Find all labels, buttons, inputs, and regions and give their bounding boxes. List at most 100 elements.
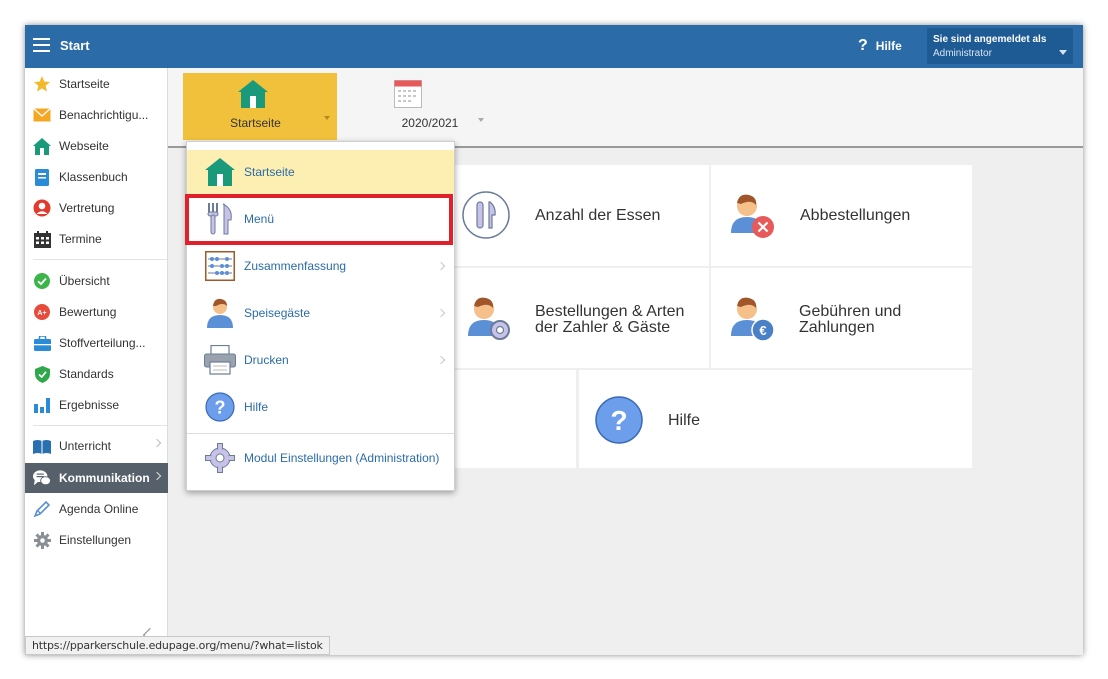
svg-text:A+: A+ xyxy=(37,310,46,317)
tile-bestellungen-arten[interactable]: Bestellungen & Arten der Zahler & Gäste xyxy=(448,268,709,368)
sidebar-item-stoffverteilung[interactable]: Stoffverteilung... xyxy=(25,329,168,357)
calendar-icon xyxy=(33,230,51,248)
sidebar-item-klassenbuch[interactable]: Klassenbuch xyxy=(25,163,168,191)
cutlery-icon xyxy=(462,191,510,244)
svg-text:?: ? xyxy=(215,398,226,418)
printer-icon xyxy=(204,344,236,376)
tile-gebuehren-und-zahlungen[interactable]: € Gebühren und Zahlungen xyxy=(711,268,972,368)
sidebar-item-unterricht[interactable]: Unterricht xyxy=(25,432,168,460)
sidebar-item-label: Standards xyxy=(59,367,114,381)
menu-item-label: Startseite xyxy=(244,165,295,179)
sidebar-item-label: Übersicht xyxy=(59,274,110,288)
sidebar-item-startseite[interactable]: Startseite xyxy=(25,70,168,98)
sidebar-item-kommunikation[interactable]: Kommunikation xyxy=(25,463,168,493)
startseite-toolbar-button[interactable]: Startseite xyxy=(183,73,337,140)
top-bar: Start ? Hilfe Sie sind angemeldet als Ad… xyxy=(25,25,1083,68)
tile-label-line1: Gebühren und xyxy=(799,303,902,320)
tile-label: Anzahl der Essen xyxy=(535,207,661,224)
house-icon xyxy=(33,137,51,155)
tile-abbestellungen[interactable]: Abbestellungen xyxy=(711,165,972,266)
bar-chart-icon xyxy=(33,396,51,414)
sidebar-item-agenda-online[interactable]: Agenda Online xyxy=(25,495,168,523)
menu-item-label: Drucken xyxy=(244,353,289,367)
sidebar-item-label: Startseite xyxy=(59,77,110,91)
menu-item-startseite[interactable]: Startseite xyxy=(187,150,454,194)
tile-label: Hilfe xyxy=(668,412,701,429)
menu-item-speisegaeste[interactable]: Speisegäste xyxy=(187,291,454,335)
startseite-dropdown-menu: Startseite Menü Zusammenfassung Speisegä… xyxy=(186,141,455,491)
pen-icon xyxy=(33,500,51,518)
sidebar-item-label: Webseite xyxy=(59,139,109,153)
menu-item-modul-einstellungen[interactable]: Modul Einstellungen (Administration) xyxy=(187,436,454,480)
svg-text:€: € xyxy=(759,323,766,338)
svg-text:?: ? xyxy=(610,405,627,436)
user-menu[interactable]: Sie sind angemeldet als Administrator xyxy=(927,28,1073,64)
sidebar-item-label: Bewertung xyxy=(59,305,117,319)
menu-item-label: Menü xyxy=(244,212,275,226)
sidebar-item-standards[interactable]: Standards xyxy=(25,360,168,388)
chevron-right-icon xyxy=(152,471,162,481)
menu-item-hilfe[interactable]: ? Hilfe xyxy=(187,385,454,429)
tile-label: Abbestellungen xyxy=(800,207,911,224)
star-icon xyxy=(33,75,51,93)
user-caption: Sie sind angemeldet als xyxy=(933,34,1047,45)
sidebar: Startseite Benachrichtigu... Webseite Kl… xyxy=(25,68,168,655)
school-year-selector[interactable]: 2020/2021 xyxy=(370,73,500,140)
chevron-down-icon xyxy=(1059,50,1067,55)
status-url-bar: https://pparkerschule.edupage.org/menu/?… xyxy=(25,636,330,655)
abacus-icon xyxy=(204,250,236,282)
menu-item-label: Hilfe xyxy=(244,400,269,414)
book-icon xyxy=(33,168,51,186)
check-circle-icon xyxy=(33,272,51,290)
sidebar-item-label: Agenda Online xyxy=(59,502,139,516)
house-icon xyxy=(238,80,268,113)
menu-divider xyxy=(187,433,454,434)
sidebar-item-label: Kommunikation xyxy=(59,471,150,485)
tile-blank xyxy=(455,370,576,468)
tile-label-line2: der Zahler & Gäste xyxy=(535,319,671,336)
hamburger-menu-icon[interactable] xyxy=(33,38,50,52)
substitute-icon xyxy=(33,199,51,217)
sidebar-item-webseite[interactable]: Webseite xyxy=(25,132,168,160)
sidebar-divider xyxy=(33,425,167,426)
tile-label-line2: Zahlungen xyxy=(799,319,875,336)
app-window: Start ? Hilfe Sie sind angemeldet als Ad… xyxy=(25,25,1083,655)
sidebar-item-label: Ergebnisse xyxy=(59,398,120,412)
chat-icon xyxy=(33,469,51,487)
sidebar-item-label: Unterricht xyxy=(59,439,112,453)
chevron-right-icon xyxy=(436,261,446,271)
app-title: Start xyxy=(60,38,90,53)
sidebar-item-einstellungen[interactable]: Einstellungen xyxy=(25,526,168,554)
sidebar-item-label: Einstellungen xyxy=(59,533,132,547)
house-icon xyxy=(204,156,236,188)
gear-icon xyxy=(33,531,51,549)
sidebar-item-termine[interactable]: Termine xyxy=(25,225,168,253)
sidebar-item-bewertung[interactable]: A+ Bewertung xyxy=(25,298,168,326)
menu-item-label: Modul Einstellungen (Administration) xyxy=(244,451,440,465)
sidebar-item-ergebnisse[interactable]: Ergebnisse xyxy=(25,391,168,419)
person-icon xyxy=(204,297,236,329)
help-link[interactable]: ? Hilfe xyxy=(858,35,902,57)
sidebar-item-label: Stoffverteilung... xyxy=(59,336,146,350)
sidebar-item-label: Benachrichtigu... xyxy=(59,108,149,122)
briefcase-icon xyxy=(33,334,51,352)
menu-item-drucken[interactable]: Drucken xyxy=(187,338,454,382)
help-icon: ? xyxy=(204,391,236,423)
sidebar-item-uebersicht[interactable]: Übersicht xyxy=(25,267,168,295)
menu-item-label: Speisegäste xyxy=(244,306,311,320)
sidebar-item-vertretung[interactable]: Vertretung xyxy=(25,194,168,222)
shield-icon xyxy=(33,365,51,383)
grade-icon: A+ xyxy=(33,303,51,321)
menu-item-menue[interactable]: Menü xyxy=(187,197,454,241)
startseite-toolbar-label: Startseite xyxy=(230,116,281,130)
cutlery-icon xyxy=(204,203,236,235)
calendar-icon xyxy=(394,80,422,113)
help-icon: ? xyxy=(595,396,643,449)
tile-anzahl-der-essen[interactable]: Anzahl der Essen xyxy=(448,165,709,266)
question-icon: ? xyxy=(858,37,868,54)
sidebar-item-benachrichtigungen[interactable]: Benachrichtigu... xyxy=(25,101,168,129)
menu-item-zusammenfassung[interactable]: Zusammenfassung xyxy=(187,244,454,288)
tile-hilfe[interactable]: ? Hilfe xyxy=(579,370,972,468)
person-settings-icon xyxy=(466,294,514,347)
chevron-right-icon xyxy=(436,308,446,318)
